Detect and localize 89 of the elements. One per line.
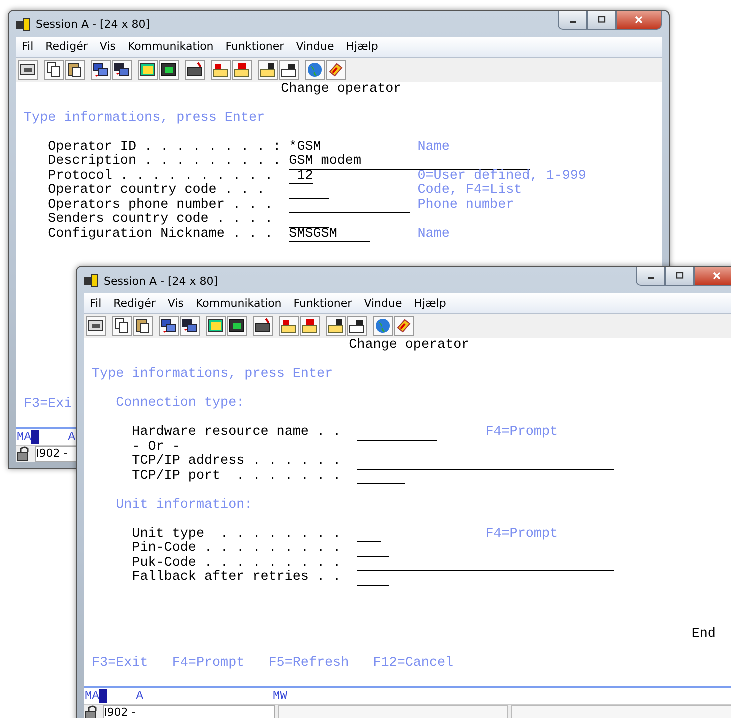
field-label: Unit type . . . . . . . . <box>132 528 342 542</box>
menu-item[interactable]: Hjælp <box>340 40 384 54</box>
field-label: Configuration Nickname . . . <box>48 228 274 242</box>
field-label: Hardware resource name . . <box>132 426 342 440</box>
tape-icon[interactable] <box>349 318 365 334</box>
field-label: TCP/IP address . . . . . . <box>132 455 342 469</box>
menu-item[interactable]: Kommunikation <box>190 296 288 310</box>
app-icon[interactable] <box>84 273 100 289</box>
display-icon[interactable] <box>208 318 224 334</box>
instruction-text: Type informations, press Enter <box>24 112 266 126</box>
hint-text: F4=Prompt <box>486 426 558 440</box>
tape-icon[interactable] <box>281 62 297 78</box>
field-label: Description . . . . . . . . . <box>48 155 282 169</box>
app-icon[interactable] <box>16 16 32 33</box>
field-label: TCP/IP port . . . . . . . <box>132 470 342 484</box>
globe-icon[interactable] <box>375 318 391 334</box>
copy-icon[interactable] <box>46 62 62 78</box>
paste-icon[interactable] <box>67 62 83 78</box>
menu-item[interactable]: Funktioner <box>220 40 290 54</box>
menu-item[interactable]: Kommunikation <box>122 40 220 54</box>
globe-icon[interactable] <box>307 62 323 78</box>
hint-text: F4=Prompt <box>486 528 558 542</box>
section-heading: Connection type: <box>116 397 245 412</box>
field-label: Pin-Code . . . . . . . . . <box>132 542 342 556</box>
field-label: Operator country code . . . <box>48 184 266 198</box>
tape-icon[interactable] <box>260 62 276 78</box>
instruction-text: Type informations, press Enter <box>92 368 334 382</box>
minimize-button[interactable] <box>558 11 587 30</box>
status-text: A <box>136 689 144 703</box>
input-field[interactable]: SMSGSM <box>289 228 370 242</box>
status-text: MA <box>85 689 100 703</box>
status-text: A <box>68 430 76 444</box>
menu-item[interactable]: Fil <box>16 40 40 54</box>
cursor-block <box>31 430 40 444</box>
status-text: MW <box>273 689 288 703</box>
display-icon[interactable] <box>161 62 177 78</box>
menu-item[interactable]: Vindue <box>358 296 408 310</box>
maximize-button[interactable] <box>665 267 694 286</box>
hint-text: Code, F4=List <box>418 184 522 198</box>
cursor-block <box>99 689 108 703</box>
input-field[interactable]: GSM modem <box>289 155 530 170</box>
menu-item[interactable]: Fil <box>84 296 108 310</box>
hint-text: Name <box>418 140 450 155</box>
hint-text: Phone number <box>418 198 514 213</box>
display-icon[interactable] <box>229 318 245 334</box>
window-title: Session A - [24 x 80] <box>104 274 218 288</box>
eraser-icon[interactable] <box>396 318 412 334</box>
menu-item[interactable]: Funktioner <box>288 296 358 310</box>
display-icon[interactable] <box>140 62 156 78</box>
session-info: I902 - <box>103 705 275 718</box>
computers-icon[interactable] <box>114 62 130 78</box>
lock-icon[interactable] <box>84 705 100 718</box>
separator-text: - Or - <box>132 440 182 454</box>
monitor-icon[interactable] <box>20 62 36 78</box>
hint-text: 0=User defined, 1-999 <box>418 170 586 184</box>
screen-title: Change operator <box>280 82 402 97</box>
lock-icon[interactable] <box>16 446 32 462</box>
minimize-button[interactable] <box>636 267 665 286</box>
input-field[interactable]: 12 <box>289 170 314 184</box>
menu-item[interactable]: Vis <box>94 40 122 54</box>
field-label: Senders country code . . . . <box>48 213 274 227</box>
menu-item[interactable]: Vis <box>162 296 190 310</box>
status-text: MA <box>17 430 32 444</box>
field-label: Operators phone number . . . <box>48 198 274 212</box>
hint-text: Name <box>418 228 450 242</box>
field-label: Fallback after retries . . <box>132 571 342 586</box>
copy-icon[interactable] <box>114 318 130 334</box>
field-value: *GSM <box>289 140 322 155</box>
menu-item[interactable]: Redigér <box>108 296 162 310</box>
menu-item[interactable]: Redigér <box>40 40 94 54</box>
section-heading: Unit information: <box>116 498 253 513</box>
maximize-button[interactable] <box>587 11 616 30</box>
close-button[interactable] <box>616 11 662 30</box>
field-label: Operator ID . . . . . . . . : <box>48 140 282 154</box>
window-title: Session A - [24 x 80] <box>36 18 150 32</box>
paste-icon[interactable] <box>135 318 151 334</box>
end-text: End <box>692 628 716 642</box>
field-label: Protocol . . . . . . . . . . <box>48 170 274 184</box>
computers-icon[interactable] <box>161 318 177 334</box>
menu-item[interactable]: Vindue <box>290 40 340 54</box>
computers-icon[interactable] <box>93 62 109 78</box>
close-button[interactable] <box>694 267 731 286</box>
field-label: Puk-Code . . . . . . . . . <box>132 556 342 570</box>
computers-icon[interactable] <box>182 318 198 334</box>
eraser-icon[interactable] <box>328 62 344 78</box>
tape-icon[interactable] <box>328 318 344 334</box>
menu-item[interactable]: Hjælp <box>408 296 452 310</box>
screen-title: Change operator <box>348 339 470 354</box>
monitor-icon[interactable] <box>88 318 104 334</box>
